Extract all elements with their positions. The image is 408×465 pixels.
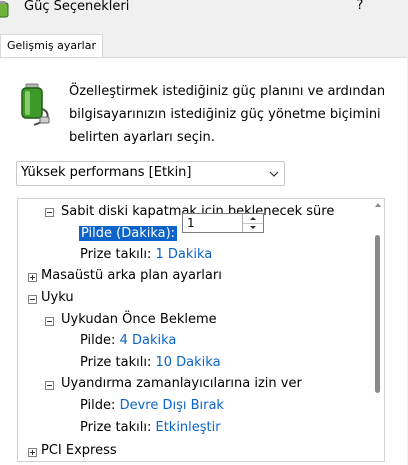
disk-battery-label: Pilde (Dakika):: [79, 226, 178, 241]
sleep-battery-label: Pilde:: [80, 333, 116, 348]
stepper-buttons: [242, 214, 263, 232]
window-title: Güç Seçenekleri: [24, 0, 130, 14]
settings-tree[interactable]: Sabit diski kapatmak için beklenecek sür…: [17, 198, 385, 462]
power-plan-select[interactable]: Yüksek performans [Etkin]: [16, 161, 285, 186]
wake-battery-label: Pilde:: [80, 398, 116, 413]
tree-item-wake-timers[interactable]: Uyandırma zamanlayıcılarına izin ver: [61, 374, 302, 394]
wake-battery-value[interactable]: Devre Dışı Bırak: [120, 398, 224, 413]
tree-item-sleep-after-battery[interactable]: Pilde: 4 Dakika: [80, 331, 176, 351]
stepper-down-icon[interactable]: [243, 223, 263, 232]
battery-plug-icon: [21, 83, 50, 126]
disk-plugged-label: Prize takılı:: [80, 247, 152, 262]
sleep-plugged-value[interactable]: 10 Dakika: [155, 355, 220, 370]
disk-plugged-value[interactable]: 1 Dakika: [155, 247, 212, 262]
help-button[interactable]: ?: [350, 0, 370, 18]
scroll-up-icon[interactable]: [374, 201, 382, 209]
minutes-stepper-value: 1: [187, 216, 195, 230]
tree-item-disk-plugged[interactable]: Prize takılı: 1 Dakika: [80, 245, 212, 265]
tree-item-sleep-after-plugged[interactable]: Prize takılı: 10 Dakika: [80, 353, 221, 373]
tree-item-sleep-after[interactable]: Uykudan Önce Bekleme: [61, 310, 217, 330]
tab-strip: Gelişmiş ayarlar: [0, 34, 408, 58]
advanced-settings-panel: Özelleştirmek istediğiniz güç planını ve…: [0, 57, 407, 465]
tree-item-wake-plugged[interactable]: Prize takılı: Etkinleştir: [80, 418, 221, 438]
expand-icon[interactable]: [28, 273, 37, 282]
collapse-icon[interactable]: [45, 381, 54, 390]
power-options-icon: [0, 1, 9, 18]
tree-item-disk-battery[interactable]: Pilde (Dakika):: [79, 224, 178, 244]
tree-item-desktop-background[interactable]: Masaüstü arka plan ayarları: [41, 266, 222, 286]
sleep-plugged-label: Prize takılı:: [80, 355, 152, 370]
title-bar: Güç Seçenekleri ?: [0, 0, 408, 22]
tree-item-sleep[interactable]: Uyku: [41, 288, 74, 308]
tree-item-wake-battery[interactable]: Pilde: Devre Dışı Bırak: [80, 396, 224, 416]
collapse-icon[interactable]: [45, 317, 54, 326]
tree-item-pci-express[interactable]: PCI Express: [41, 441, 117, 461]
wake-plugged-label: Prize takılı:: [80, 420, 152, 435]
collapse-icon[interactable]: [28, 295, 37, 304]
scrollbar-thumb[interactable]: [375, 235, 380, 393]
wake-plugged-value[interactable]: Etkinleştir: [155, 420, 220, 435]
minutes-stepper[interactable]: 1: [182, 213, 264, 233]
power-plan-value: Yüksek performans [Etkin]: [21, 165, 192, 180]
sleep-battery-value[interactable]: 4 Dakika: [120, 333, 177, 348]
description-text: Özelleştirmek istediğiniz güç planını ve…: [69, 84, 386, 145]
tab-advanced-settings[interactable]: Gelişmiş ayarlar: [0, 34, 103, 58]
expand-icon[interactable]: [28, 448, 37, 457]
collapse-icon[interactable]: [45, 208, 54, 217]
chevron-down-icon: [269, 171, 279, 177]
tree-scrollbar[interactable]: [373, 199, 383, 461]
